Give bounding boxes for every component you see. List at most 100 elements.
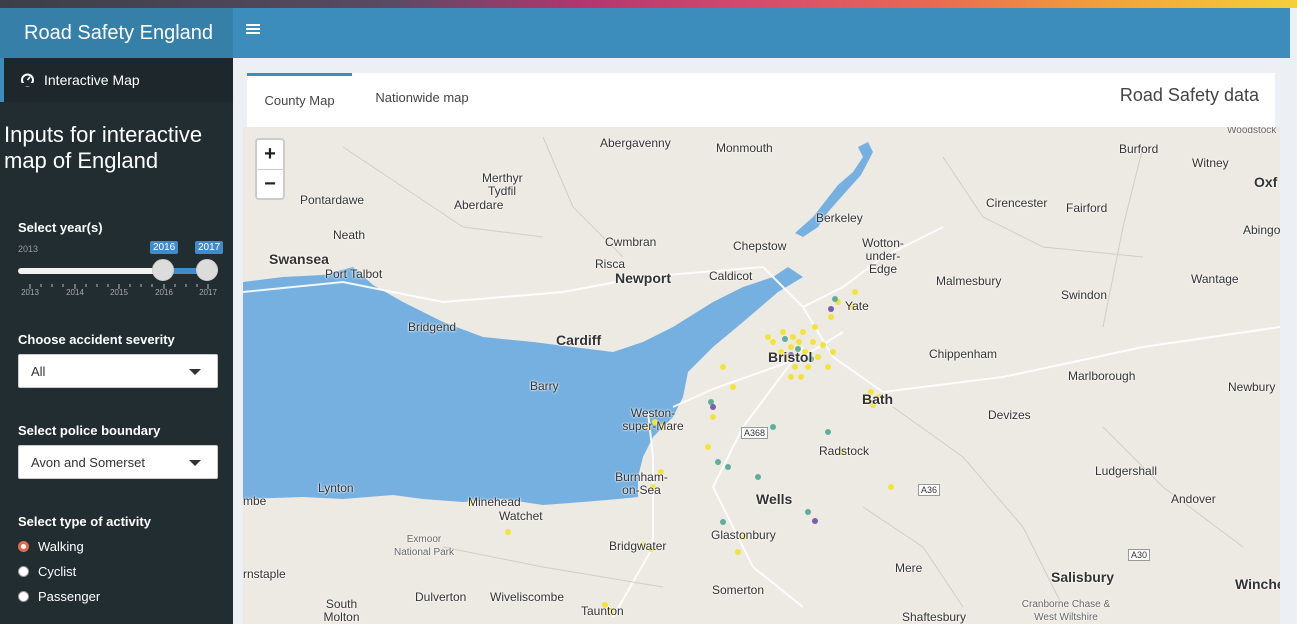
map-place-label: Lynton	[318, 481, 354, 495]
sidebar: Interactive Map Inputs for interactive m…	[0, 58, 233, 624]
map-place-label: Radstock	[819, 444, 870, 458]
map-place-label: Witney	[1192, 156, 1229, 170]
map-place-label: Devizes	[988, 408, 1031, 422]
map-place-label: Swindon	[1061, 288, 1108, 302]
tick-label: 2013	[21, 288, 39, 297]
map-place-label: Merthyr Tydfil	[482, 171, 523, 198]
map-place-label: mbe	[243, 494, 267, 508]
map-place-label: Wiveliscombe	[490, 590, 565, 604]
map-place-label: Winchest	[1235, 576, 1280, 592]
map-place-label: South Molton	[323, 597, 360, 624]
dashboard-icon	[20, 72, 35, 87]
slider-from-badge: 2016	[150, 241, 179, 254]
map-place-label: Andover	[1171, 492, 1216, 506]
road-shield: A368	[741, 427, 769, 439]
tick-label: 2016	[155, 288, 173, 297]
zoom-out-button[interactable]: −	[257, 170, 283, 199]
map-place-label: Cirencester	[986, 196, 1048, 210]
slider-min-label: 2013	[18, 244, 39, 254]
radio-label: Walking	[38, 539, 84, 554]
top-navbar: Road Safety England	[0, 8, 1290, 58]
tick-label: 2014	[66, 288, 84, 297]
leaflet-map[interactable]: Abergavenny Monmouth Burford Witney Oxf …	[243, 127, 1280, 624]
map-place-label: Bridgend	[408, 320, 457, 334]
slider-from-handle[interactable]	[152, 259, 174, 281]
bookmarks-bar	[0, 0, 1297, 8]
map-place-label: Newport	[615, 270, 671, 286]
police-value: Avon and Somerset	[31, 455, 145, 470]
year-label: Select year(s)	[18, 220, 103, 235]
radio-unchecked-icon[interactable]	[18, 566, 29, 577]
radio-label: Passenger	[38, 589, 101, 604]
map-place-label: Cranborne Chase & West Wiltshire	[1021, 599, 1111, 623]
map-place-label: Somerton	[712, 583, 765, 597]
map-place-label: Shaftesbury	[902, 610, 967, 624]
sidebar-toggle-icon[interactable]	[246, 22, 264, 40]
page-edge	[1290, 8, 1297, 624]
map-place-label: Monmouth	[716, 141, 773, 155]
map-place-label: Bridgwater	[609, 539, 667, 553]
sidebar-item-interactive-map[interactable]: Interactive Map	[0, 58, 233, 102]
map-place-label: Malmesbury	[936, 274, 1002, 288]
map-place-label: Cardiff	[556, 332, 602, 348]
map-place-label: Mere	[895, 561, 923, 575]
map-place-label: Taunton	[581, 604, 624, 618]
map-place-label: Burnham-on-Sea	[615, 470, 668, 497]
tab-county-map[interactable]: County Map	[247, 73, 352, 127]
map-place-label: Barry	[530, 379, 559, 393]
map-place-label: Port Talbot	[325, 267, 383, 281]
map-place-label: Wotton-under-Edge	[862, 236, 904, 276]
map-place-label: Minehead	[468, 495, 521, 509]
map-place-label: Swansea	[269, 251, 329, 267]
radio-checked-icon[interactable]	[18, 541, 29, 552]
map-place-label: Bristol	[768, 349, 813, 365]
caret-down-icon	[189, 460, 201, 466]
road-shield: A36	[918, 484, 941, 496]
map-place-label: Wells	[756, 491, 793, 507]
map-place-label: Burford	[1119, 142, 1159, 156]
radio-label: Cyclist	[38, 564, 77, 579]
inputs-heading: Inputs for interactive map of England	[4, 122, 203, 173]
road-shield: A30	[1128, 549, 1151, 561]
year-range-slider[interactable]: 2013 2016 2017 2013 2014 2015 2016 2017	[18, 238, 224, 298]
map-place-label: Woodstock	[1227, 127, 1277, 136]
map-place-label: Abergavenny	[600, 136, 671, 150]
map-place-label: Newbury	[1228, 380, 1276, 394]
tick-label: 2015	[110, 288, 128, 297]
activity-label: Select type of activity	[18, 514, 151, 529]
map-place-label: Wantage	[1191, 272, 1239, 286]
police-label: Select police boundary	[18, 423, 161, 438]
map-place-label: Dulverton	[415, 590, 467, 604]
tab-nationwide-map[interactable]: Nationwide map	[352, 73, 492, 127]
zoom-in-button[interactable]: +	[257, 140, 283, 170]
map-place-label: Neath	[333, 228, 366, 242]
app-title[interactable]: Road Safety England	[0, 8, 233, 58]
sidebar-item-label: Interactive Map	[44, 72, 140, 88]
map-zoom-control: + −	[255, 138, 285, 200]
severity-value: All	[31, 364, 46, 379]
map-place-label: Yate	[845, 299, 869, 313]
tab-bar: County Map Nationwide map Road Safety da…	[247, 73, 1275, 128]
police-boundary-select[interactable]: Avon and Somerset	[18, 445, 218, 479]
map-place-label: Ludgershall	[1095, 464, 1158, 478]
map-place-label: Exmoor National Park	[393, 534, 455, 558]
radio-unchecked-icon[interactable]	[18, 591, 29, 602]
map-place-label: Weston-super-Mare	[622, 406, 684, 433]
map-place-label: Fairford	[1066, 201, 1108, 215]
map-place-label: Watchet	[499, 509, 543, 523]
map-place-label: Abingo	[1243, 223, 1280, 237]
slider-to-badge: 2017	[195, 241, 224, 254]
box-title: Road Safety data	[1119, 85, 1259, 105]
map-place-label: Bath	[862, 391, 894, 407]
map-place-label: Chippenham	[929, 347, 998, 361]
map-place-label: Glastonbury	[711, 528, 776, 542]
map-place-label: Berkeley	[816, 211, 863, 225]
map-place-label: Marlborough	[1068, 369, 1136, 383]
tick-label: 2017	[199, 288, 217, 297]
map-place-label: Pontardawe	[300, 193, 365, 207]
severity-label: Choose accident severity	[18, 332, 175, 347]
slider-to-handle[interactable]	[196, 259, 218, 281]
severity-select[interactable]: All	[18, 354, 218, 388]
map-place-label: Caldicot	[709, 269, 753, 283]
map-place-label: rnstaple	[243, 567, 286, 581]
